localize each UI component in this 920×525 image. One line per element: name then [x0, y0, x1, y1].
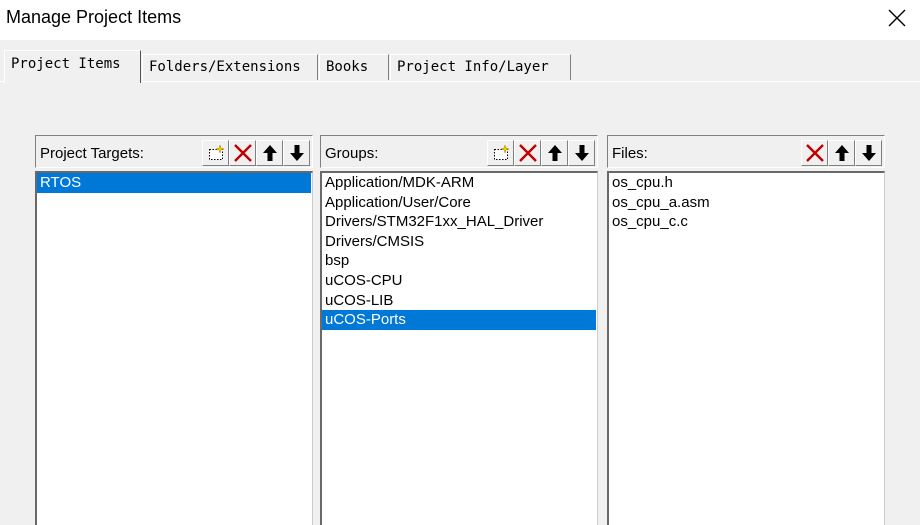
delete-icon [518, 144, 537, 162]
files-list[interactable]: os_cpu.h os_cpu_a.asm os_cpu_c.c [607, 171, 885, 525]
delete-group-button[interactable] [514, 140, 541, 166]
files-header: Files: [607, 135, 885, 168]
groups-list[interactable]: Application/MDK-ARM Application/User/Core… [320, 171, 598, 525]
group-list-item[interactable]: uCOS-Ports [322, 310, 596, 330]
move-down-icon [861, 145, 876, 161]
move-up-icon [262, 145, 277, 161]
project-targets-label: Project Targets: [40, 145, 144, 162]
target-list-item[interactable]: RTOS [37, 173, 311, 193]
close-button[interactable] [874, 0, 920, 36]
delete-target-button[interactable] [229, 140, 256, 166]
file-list-item[interactable]: os_cpu_a.asm [609, 193, 883, 213]
move-down-icon [289, 145, 304, 161]
group-list-item[interactable]: bsp [322, 251, 596, 271]
move-group-down-button[interactable] [568, 140, 595, 166]
tab-project-info-layer[interactable]: Project Info/Layer [390, 54, 571, 80]
new-item-icon [208, 144, 225, 160]
move-group-up-button[interactable] [541, 140, 568, 166]
new-item-icon [493, 144, 510, 160]
close-icon [888, 9, 906, 27]
move-target-down-button[interactable] [283, 140, 310, 166]
delete-icon [805, 144, 824, 162]
file-list-item[interactable]: os_cpu.h [609, 173, 883, 193]
move-file-down-button[interactable] [855, 140, 882, 166]
move-up-icon [834, 145, 849, 161]
files-toolbar [801, 140, 882, 166]
window-title: Manage Project Items [6, 7, 182, 27]
file-list-item[interactable]: os_cpu_c.c [609, 212, 883, 232]
group-list-item[interactable]: Drivers/CMSIS [322, 232, 596, 252]
group-list-item[interactable]: Drivers/STM32F1xx_HAL_Driver [322, 212, 596, 232]
group-list-item[interactable]: Application/User/Core [322, 193, 596, 213]
project-targets-panel: Project Targets: RTOS [35, 135, 313, 525]
groups-header: Groups: [320, 135, 598, 168]
move-file-up-button[interactable] [828, 140, 855, 166]
tab-project-items[interactable]: Project Items [4, 50, 141, 83]
move-down-icon [574, 145, 589, 161]
files-panel: Files: os_cpu.h os_cpu_a.asm os_cpu_c.c [607, 135, 885, 525]
project-targets-header: Project Targets: [35, 135, 313, 168]
project-targets-list[interactable]: RTOS [35, 171, 313, 525]
group-list-item[interactable]: uCOS-LIB [322, 291, 596, 311]
new-target-button[interactable] [202, 140, 229, 166]
tab-strip: Project Items Folders/Extensions Books P… [0, 40, 920, 83]
title-bar: Manage Project Items [0, 0, 920, 40]
groups-toolbar [487, 140, 595, 166]
delete-file-button[interactable] [801, 140, 828, 166]
new-group-button[interactable] [487, 140, 514, 166]
delete-icon [233, 144, 252, 162]
group-list-item[interactable]: Application/MDK-ARM [322, 173, 596, 193]
groups-panel: Groups: Application/MDK-ARM Application/… [320, 135, 598, 525]
files-label: Files: [612, 145, 648, 162]
move-target-up-button[interactable] [256, 140, 283, 166]
group-list-item[interactable]: uCOS-CPU [322, 271, 596, 291]
tab-books[interactable]: Books [319, 54, 389, 80]
move-up-icon [547, 145, 562, 161]
groups-label: Groups: [325, 145, 379, 162]
project-targets-toolbar [202, 140, 310, 166]
tab-folders-extensions[interactable]: Folders/Extensions [142, 54, 318, 80]
